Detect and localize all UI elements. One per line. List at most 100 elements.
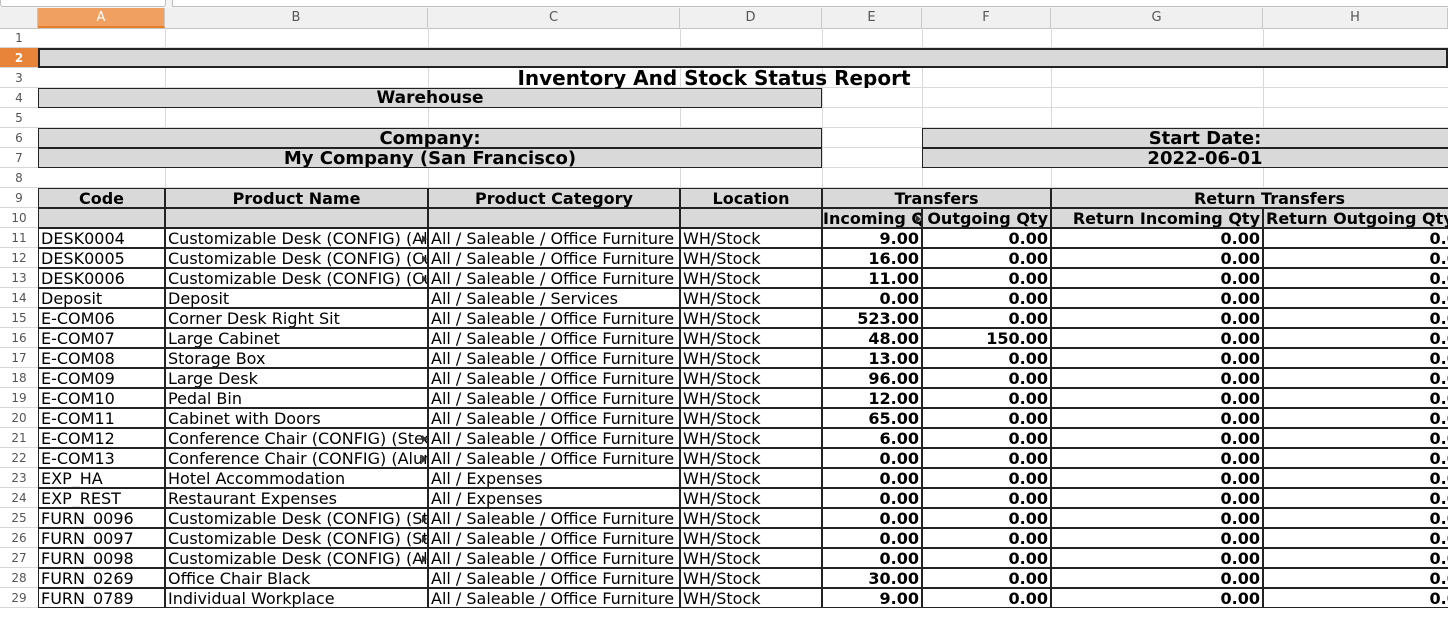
- cell-product-category[interactable]: All / Saleable / Office Furniture: [428, 548, 680, 568]
- cell-incoming-qty[interactable]: 0.00: [822, 488, 922, 508]
- cell-incoming-qty[interactable]: 30.00: [822, 568, 922, 588]
- cell-product-name[interactable]: Customizable Desk (CONFIG) (Steel, White…: [165, 508, 428, 528]
- cell-outgoing-qty[interactable]: 0.00: [922, 588, 1051, 608]
- cell-product-category[interactable]: All / Saleable / Office Furniture: [428, 528, 680, 548]
- header-return-outgoing-qty[interactable]: Return Outgoing Qty: [1263, 208, 1448, 228]
- row-header-22[interactable]: 22: [0, 448, 38, 468]
- header-outgoing-qty[interactable]: Outgoing Qty: [922, 208, 1051, 228]
- cell-product-category[interactable]: All / Saleable / Office Furniture: [428, 328, 680, 348]
- cell-product-name[interactable]: Corner Desk Right Sit: [165, 308, 428, 328]
- cell-location[interactable]: WH/Stock: [680, 468, 822, 488]
- column-header-c[interactable]: C: [428, 8, 680, 28]
- cell-product-category[interactable]: All / Saleable / Office Furniture: [428, 368, 680, 388]
- cell-location[interactable]: WH/Stock: [680, 288, 822, 308]
- cell-outgoing-qty[interactable]: 0.00: [922, 388, 1051, 408]
- column-header-d[interactable]: D: [680, 8, 822, 28]
- row-header-10[interactable]: 10: [0, 208, 38, 228]
- cell-return-incoming-qty[interactable]: 0.00: [1051, 588, 1263, 608]
- cell-location[interactable]: WH/Stock: [680, 228, 822, 248]
- cell-return-incoming-qty[interactable]: 0.00: [1051, 388, 1263, 408]
- cell-product-name[interactable]: Conference Chair (CONFIG) (Steel): [165, 428, 428, 448]
- row-header-27[interactable]: 27: [0, 548, 38, 568]
- cell-incoming-qty[interactable]: 11.00: [822, 268, 922, 288]
- cell-code[interactable]: FURN_0789: [38, 588, 165, 608]
- cell-code[interactable]: E-COM10: [38, 388, 165, 408]
- cell-return-outgoing-qty[interactable]: 0.00: [1263, 548, 1448, 568]
- cell-product-name[interactable]: Customizable Desk (CONFIG) (Steel, Black…: [165, 528, 428, 548]
- cell-product-name[interactable]: Customizable Desk (CONFIG) (Aluminium, B…: [165, 548, 428, 568]
- row-header-15[interactable]: 15: [0, 308, 38, 328]
- cell-outgoing-qty[interactable]: 0.00: [922, 348, 1051, 368]
- row-header-7[interactable]: 7: [0, 148, 38, 168]
- cell-location[interactable]: WH/Stock: [680, 308, 822, 328]
- cell-product-category[interactable]: All / Saleable / Office Furniture: [428, 388, 680, 408]
- cell-product-category[interactable]: All / Saleable / Office Furniture: [428, 508, 680, 528]
- cell-return-outgoing-qty[interactable]: 0.00: [1263, 328, 1448, 348]
- cell-code[interactable]: E-COM12: [38, 428, 165, 448]
- cell-return-outgoing-qty[interactable]: 0.00: [1263, 508, 1448, 528]
- cell-return-incoming-qty[interactable]: 0.00: [1051, 448, 1263, 468]
- cell-code[interactable]: EXP_HA: [38, 468, 165, 488]
- cell-incoming-qty[interactable]: 0.00: [822, 468, 922, 488]
- cell-outgoing-qty[interactable]: 0.00: [922, 488, 1051, 508]
- column-header-a[interactable]: A: [38, 8, 165, 28]
- cell-return-outgoing-qty[interactable]: 0.00: [1263, 388, 1448, 408]
- cell-return-outgoing-qty[interactable]: 0.00: [1263, 468, 1448, 488]
- cell-outgoing-qty[interactable]: 0.00: [922, 548, 1051, 568]
- cell-product-name[interactable]: Cabinet with Doors: [165, 408, 428, 428]
- row-header-13[interactable]: 13: [0, 268, 38, 288]
- cell-product-category[interactable]: All / Saleable / Office Furniture: [428, 428, 680, 448]
- cell-outgoing-qty[interactable]: 0.00: [922, 268, 1051, 288]
- cell-product-category[interactable]: All / Saleable / Office Furniture: [428, 568, 680, 588]
- row-header-14[interactable]: 14: [0, 288, 38, 308]
- header-transfers[interactable]: Transfers: [822, 188, 1051, 208]
- header-incoming-qty[interactable]: Incoming Qty: [822, 208, 922, 228]
- cell-outgoing-qty[interactable]: 0.00: [922, 508, 1051, 528]
- cell-product-name[interactable]: Storage Box: [165, 348, 428, 368]
- cell-return-outgoing-qty[interactable]: 0.00: [1263, 288, 1448, 308]
- column-header-g[interactable]: G: [1051, 8, 1263, 28]
- spreadsheet-grid[interactable]: ABCDEFGH 1 2 3 4 5 6 7 8 9 10 11 12 13 14 15 16 17 18 19 20…: [0, 8, 1448, 622]
- row-header-25[interactable]: 25: [0, 508, 38, 528]
- cell-incoming-qty[interactable]: 12.00: [822, 388, 922, 408]
- cell-product-category[interactable]: All / Saleable / Office Furniture: [428, 308, 680, 328]
- cell-location[interactable]: WH/Stock: [680, 428, 822, 448]
- header-product-name[interactable]: Product Name: [165, 188, 428, 208]
- cell-incoming-qty[interactable]: 0.00: [822, 528, 922, 548]
- cell-return-outgoing-qty[interactable]: 0.00: [1263, 488, 1448, 508]
- cell-return-outgoing-qty[interactable]: 0.00: [1263, 528, 1448, 548]
- cell-code[interactable]: FURN_0097: [38, 528, 165, 548]
- cell-location[interactable]: WH/Stock: [680, 408, 822, 428]
- cell-incoming-qty[interactable]: 96.00: [822, 368, 922, 388]
- cell-product-category[interactable]: All / Expenses: [428, 468, 680, 488]
- cell-location[interactable]: WH/Stock: [680, 448, 822, 468]
- cell-product-name[interactable]: Individual Workplace: [165, 588, 428, 608]
- cell-return-outgoing-qty[interactable]: 0.00: [1263, 308, 1448, 328]
- row-header-23[interactable]: 23: [0, 468, 38, 488]
- cell-incoming-qty[interactable]: 0.00: [822, 288, 922, 308]
- cell-return-outgoing-qty[interactable]: 0.00: [1263, 448, 1448, 468]
- cell-return-incoming-qty[interactable]: 0.00: [1051, 468, 1263, 488]
- cell-incoming-qty[interactable]: 9.00: [822, 588, 922, 608]
- header-code[interactable]: Code: [38, 188, 165, 208]
- cell-return-outgoing-qty[interactable]: 0.00: [1263, 368, 1448, 388]
- cell-product-name[interactable]: Customizable Desk (CONFIG) (Custom, Whit…: [165, 248, 428, 268]
- row-header-24[interactable]: 24: [0, 488, 38, 508]
- cell-code[interactable]: EXP_REST: [38, 488, 165, 508]
- cell-product-name[interactable]: Large Cabinet: [165, 328, 428, 348]
- cell-return-incoming-qty[interactable]: 0.00: [1051, 528, 1263, 548]
- cell-return-incoming-qty[interactable]: 0.00: [1051, 428, 1263, 448]
- column-header-h[interactable]: H: [1263, 8, 1448, 28]
- cell-outgoing-qty[interactable]: 0.00: [922, 288, 1051, 308]
- cell-code[interactable]: FURN_0096: [38, 508, 165, 528]
- cell-return-incoming-qty[interactable]: 0.00: [1051, 368, 1263, 388]
- cell-return-incoming-qty[interactable]: 0.00: [1051, 248, 1263, 268]
- cell-product-category[interactable]: All / Expenses: [428, 488, 680, 508]
- row-header-18[interactable]: 18: [0, 368, 38, 388]
- cell-return-incoming-qty[interactable]: 0.00: [1051, 488, 1263, 508]
- cell-return-incoming-qty[interactable]: 0.00: [1051, 548, 1263, 568]
- cell-incoming-qty[interactable]: 0.00: [822, 448, 922, 468]
- cell-incoming-qty[interactable]: 48.00: [822, 328, 922, 348]
- cell-return-outgoing-qty[interactable]: 0.00: [1263, 268, 1448, 288]
- cell-location[interactable]: WH/Stock: [680, 348, 822, 368]
